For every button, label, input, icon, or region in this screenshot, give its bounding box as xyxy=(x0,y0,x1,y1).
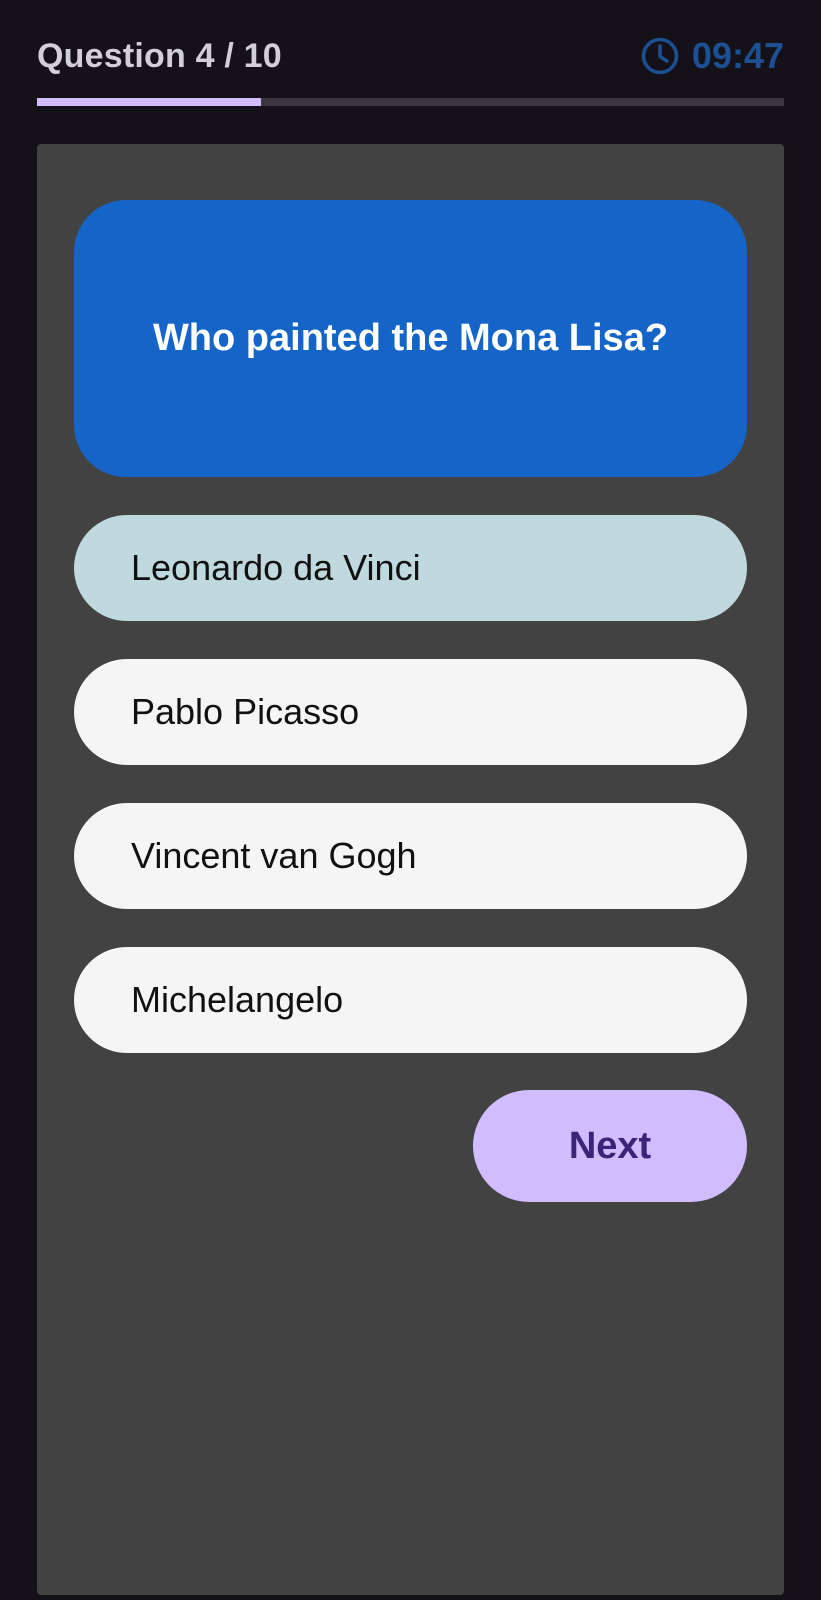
answer-option-label: Michelangelo xyxy=(131,979,344,1020)
next-button-label: Next xyxy=(568,1124,652,1167)
answer-option-1[interactable]: Leonardo da Vinci xyxy=(74,515,747,621)
answer-option-2[interactable]: Pablo Picasso xyxy=(74,659,747,765)
answer-option-3[interactable]: Vincent van Gogh xyxy=(74,803,747,909)
progress-bar-fill xyxy=(37,98,262,106)
answer-option-label: Vincent van Gogh xyxy=(131,835,417,876)
quiz-header: Question 4 / 10 09:47 xyxy=(37,30,784,82)
timer: 09:47 xyxy=(640,35,784,77)
progress-bar xyxy=(37,98,784,106)
next-button[interactable]: Next xyxy=(473,1090,747,1202)
clock-icon xyxy=(640,36,680,76)
quiz-screen: Question 4 / 10 09:47 Who painted the Mo… xyxy=(0,0,821,1600)
answer-option-label: Leonardo da Vinci xyxy=(131,547,421,588)
question-box: Who painted the Mona Lisa? xyxy=(74,200,747,477)
question-text: Who painted the Mona Lisa? xyxy=(152,317,669,359)
answer-options: Leonardo da Vinci Pablo Picasso Vincent … xyxy=(74,515,747,1091)
question-counter: Question 4 / 10 xyxy=(37,36,282,75)
timer-value: 09:47 xyxy=(691,35,784,76)
answer-option-4[interactable]: Michelangelo xyxy=(74,947,747,1053)
answer-option-label: Pablo Picasso xyxy=(131,691,360,732)
question-card: Who painted the Mona Lisa? Leonardo da V… xyxy=(37,144,784,1595)
